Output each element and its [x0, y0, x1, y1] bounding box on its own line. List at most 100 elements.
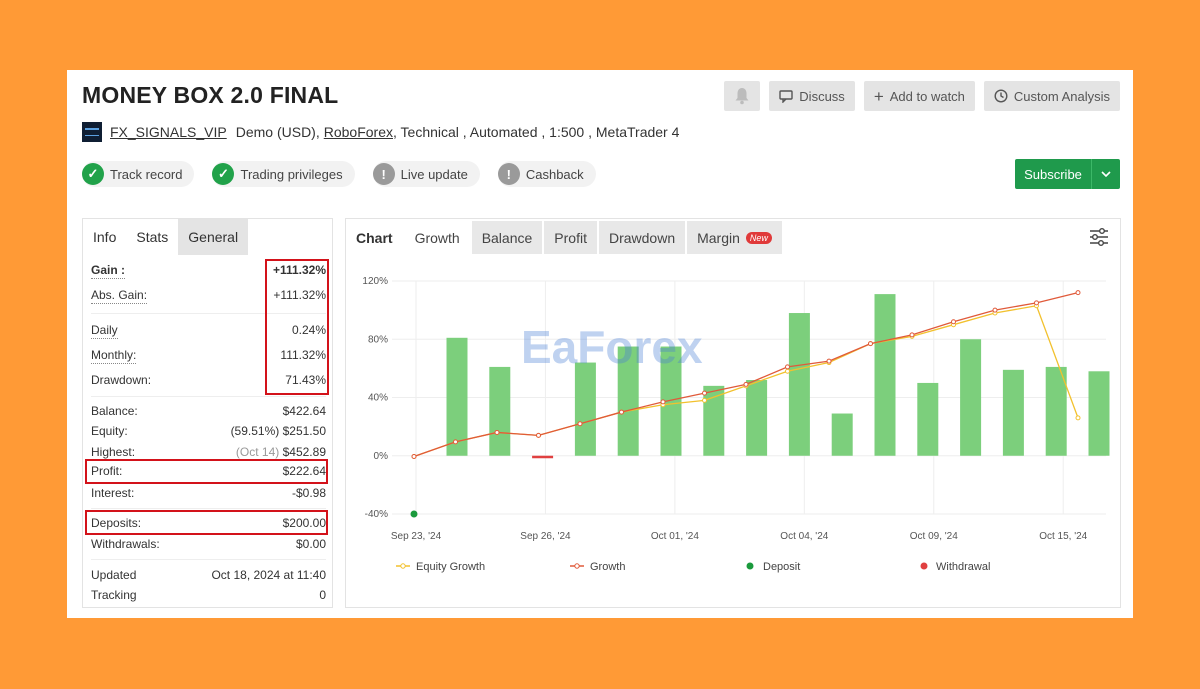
stat-label: Tracking [91, 588, 137, 602]
stat-tracking: Tracking 0 [91, 588, 326, 604]
bar [703, 385, 725, 456]
divider [91, 559, 326, 560]
x-tick-label: Oct 15, '24 [1039, 531, 1087, 542]
x-tick-label: Oct 01, '24 [651, 531, 699, 542]
discuss-label: Discuss [799, 88, 845, 104]
legend-deposit[interactable]: Deposit [763, 561, 800, 573]
growth-point [536, 432, 541, 438]
legend-equity-marker [400, 563, 406, 569]
bar [532, 455, 554, 459]
stat-label: Gain : [91, 263, 126, 279]
stat-value: 0 [319, 588, 326, 602]
plus-icon: + [873, 86, 884, 106]
divider [91, 508, 326, 509]
watermark-text: EaForex [521, 321, 703, 373]
badges: ✓ Track record ✓ Trading privileges ! Li… [82, 161, 608, 187]
x-tick-label: Sep 26, '24 [520, 531, 571, 542]
bar [446, 337, 468, 456]
bar [489, 366, 511, 456]
x-tick-label: Sep 23, '24 [391, 531, 442, 542]
alert-icon: ! [497, 163, 520, 185]
bar [917, 382, 939, 456]
chevron-down-icon[interactable] [1091, 159, 1120, 189]
legend-equity-growth[interactable]: Equity Growth [416, 561, 485, 573]
stat-label: Daily [91, 323, 118, 339]
alert-icon: ! [372, 163, 395, 185]
stat-withdrawals: Withdrawals: $0.00 [91, 537, 326, 553]
custom-analysis-button[interactable]: Custom Analysis [983, 81, 1120, 111]
stat-label: Balance: [91, 404, 138, 418]
discuss-button[interactable]: Discuss [769, 81, 855, 111]
account-info: FX_SIGNALS_VIP Demo (USD), RoboForex , T… [82, 122, 679, 142]
growth-point [743, 381, 749, 387]
equity-growth-point [702, 397, 707, 403]
divider [91, 396, 326, 397]
stat-value: $0.00 [295, 537, 326, 551]
growth-point [411, 453, 417, 459]
tab-general[interactable]: General [178, 219, 249, 255]
legend-growth[interactable]: Growth [590, 561, 625, 573]
legend-withdrawal-marker [920, 562, 928, 570]
stat-value: -$0.98 [291, 486, 326, 500]
bar [1088, 371, 1110, 456]
bar [874, 294, 896, 456]
bar [746, 380, 768, 456]
x-tick-label: Oct 04, '24 [780, 531, 828, 542]
user-link[interactable]: FX_SIGNALS_VIP [110, 124, 227, 140]
badge-trading-privileges: ✓ Trading privileges [212, 161, 355, 187]
badge-label: Cashback [525, 166, 584, 182]
equity-percent: (59.51%) [230, 424, 280, 438]
badge-label: Track record [110, 166, 183, 182]
legend-withdrawal[interactable]: Withdrawal [936, 561, 990, 573]
add-to-watch-button[interactable]: + Add to watch [863, 81, 975, 111]
account-type: Demo (USD), [235, 124, 320, 140]
growth-point [951, 319, 956, 325]
check-icon: ✓ [212, 163, 235, 185]
growth-point [619, 409, 624, 415]
highlight-box-gains [265, 259, 329, 395]
growth-point [660, 399, 666, 405]
highlight-box-profit [85, 459, 328, 484]
stat-label: Monthly: [91, 348, 137, 364]
stat-value: Oct 18, 2024 at 11:40 [211, 568, 326, 582]
left-tabs: Info Stats General [83, 219, 332, 255]
signal-card: MONEY BOX 2.0 FINAL Discuss + Add to wat… [67, 70, 1133, 618]
badge-label: Live update [400, 166, 468, 182]
bar [574, 362, 596, 456]
stat-label: Interest: [91, 486, 135, 500]
legend-deposit-marker [746, 562, 754, 570]
chart-panel: Chart Growth Balance Profit Drawdown Mar… [345, 218, 1121, 608]
stat-balance: Balance: $422.64 [91, 404, 326, 420]
stats-panel: Info Stats General Gain : +111.32% Abs. … [82, 218, 333, 608]
stat-label: Withdrawals: [91, 537, 160, 551]
deposit-point [410, 510, 418, 518]
tab-stats[interactable]: Stats [126, 219, 178, 255]
equity-growth-point [785, 368, 790, 374]
custom-analysis-label: Custom Analysis [1013, 88, 1110, 104]
subscribe-button[interactable]: Subscribe [1015, 159, 1120, 189]
stat-equity: Equity: (59.51%) $251.50 [91, 424, 326, 440]
stat-updated: Updated Oct 18, 2024 at 11:40 [91, 568, 326, 584]
badge-track-record: ✓ Track record [82, 161, 195, 187]
bar [1002, 369, 1024, 456]
notify-button[interactable] [724, 81, 761, 111]
y-axis: -40% 0% 40% 80% 120% [362, 276, 388, 520]
y-tick-label: 120% [362, 276, 388, 287]
chart-legend: Equity Growth Growth Deposit Withdrawal [396, 561, 990, 573]
account-details: , Technical , Automated , 1:500 , MetaTr… [393, 124, 680, 140]
growth-point [494, 429, 500, 435]
badge-cashback: ! Cashback [497, 161, 596, 187]
stat-interest: Interest: -$0.98 [91, 486, 326, 502]
broker-link[interactable]: RoboForex [324, 124, 393, 140]
stat-value: $452.89 [282, 445, 326, 459]
equity-growth-point [1075, 415, 1081, 421]
clock-icon [994, 89, 1008, 103]
avatar [82, 122, 102, 142]
stat-value: $251.50 [282, 424, 326, 438]
y-tick-label: 80% [368, 334, 388, 345]
growth-chart: EaForex -40%0%40%80%120% Sep 23, '24 Sep … [362, 276, 1110, 573]
page-title: MONEY BOX 2.0 FINAL [82, 82, 339, 108]
tab-info[interactable]: Info [83, 219, 126, 255]
check-icon: ✓ [82, 163, 104, 185]
stat-label: Abs. Gain: [91, 288, 148, 304]
